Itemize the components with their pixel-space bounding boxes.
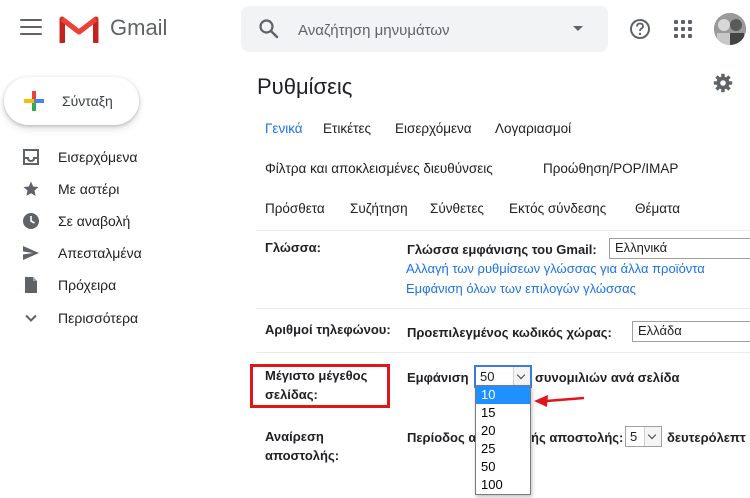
chevron-down-icon [25, 314, 37, 322]
help-icon[interactable] [629, 18, 651, 40]
tab-addons[interactable]: Πρόσθετα [265, 201, 325, 216]
page-size-select[interactable]: 50 [474, 365, 532, 388]
cancellation-period-label: Περίοδος α [407, 430, 477, 445]
country-code-select[interactable]: Ελλάδα [632, 321, 750, 342]
search-icon[interactable] [258, 18, 280, 40]
page-size-options-list[interactable]: 10 15 20 25 50 100 [475, 385, 531, 495]
chevron-down-icon [513, 367, 530, 386]
compose-button[interactable]: Σύνταξη [4, 77, 139, 125]
conversations-per-page-label: συνομιλιών ανά σελίδα [535, 370, 680, 385]
send-icon [23, 246, 39, 260]
undo-send-label-line1: Αναίρεση [265, 429, 324, 444]
sidebar-item-inbox[interactable]: Εισερχόμενα [0, 141, 230, 173]
gmail-logo-icon[interactable] [59, 14, 99, 44]
tab-forwarding[interactable]: Προώθηση/POP/IMAP [543, 161, 678, 176]
language-label: Γλώσσα: [265, 240, 321, 255]
sidebar-item-snoozed[interactable]: Σε αναβολή [0, 205, 230, 237]
gear-icon[interactable] [713, 73, 733, 93]
sidebar-item-label: Περισσότερα [58, 310, 139, 326]
page-size-select-value: 50 [480, 369, 495, 384]
tab-labels[interactable]: Ετικέτες [323, 121, 371, 136]
sidebar-item-starred[interactable]: Με αστέρι [0, 173, 230, 205]
page-size-option[interactable]: 25 [476, 440, 530, 458]
sidebar-item-label: Απεσταλμένα [58, 245, 142, 261]
chevron-down-icon [644, 427, 661, 446]
tab-accounts[interactable]: Λογαριασμοί [495, 121, 571, 136]
star-icon [23, 181, 39, 196]
annotation-arrow-icon [534, 395, 585, 407]
tab-offline[interactable]: Εκτός σύνδεσης [509, 201, 606, 216]
undo-send-label-line2: αποστολής: [265, 448, 340, 463]
divider [256, 352, 750, 353]
country-code-label: Προεπιλεγμένος κωδικός χώρας: [407, 325, 612, 340]
apps-grid-icon[interactable] [674, 20, 692, 38]
search-input[interactable] [298, 19, 558, 41]
seconds-label: δευτερόλεπτ [667, 430, 746, 445]
top-bar: Gmail [0, 0, 750, 60]
page-title: Ρυθμίσεις [257, 74, 353, 99]
cancellation-period-label-tail: ής αποστολής: [531, 430, 624, 445]
all-language-options-link[interactable]: Εμφάνιση όλων των επιλογών γλώσσας [406, 280, 636, 298]
avatar[interactable] [714, 13, 746, 45]
divider [256, 308, 750, 309]
page-size-option[interactable]: 20 [476, 422, 530, 440]
clock-icon [23, 213, 39, 229]
search-options-dropdown-icon[interactable] [573, 26, 583, 31]
main-menu-icon[interactable] [20, 19, 42, 39]
show-label: Εμφάνιση [407, 370, 469, 385]
tab-general[interactable]: Γενικά [265, 121, 303, 136]
sidebar-item-label: Σε αναβολή [58, 213, 131, 229]
undo-send-seconds-select[interactable]: 5 [625, 426, 662, 447]
sidebar-item-drafts[interactable]: Πρόχειρα [0, 269, 230, 301]
plus-icon [24, 91, 44, 111]
tab-advanced[interactable]: Σύνθετες [430, 201, 484, 216]
page-size-option[interactable]: 100 [476, 476, 530, 494]
phone-numbers-label: Αριθμοί τηλεφώνου: [265, 322, 391, 337]
sidebar-item-label: Με αστέρι [58, 181, 120, 197]
page-size-label-line1: Μέγιστο μέγεθος [265, 368, 368, 383]
tab-chat[interactable]: Συζήτηση [350, 201, 408, 216]
tab-filters[interactable]: Φίλτρα και αποκλεισμένες διευθύνσεις [265, 161, 493, 176]
page-size-option[interactable]: 50 [476, 458, 530, 476]
divider [256, 230, 750, 231]
draft-icon [25, 277, 37, 293]
sidebar-item-label: Πρόχειρα [58, 277, 117, 293]
inbox-icon [23, 149, 39, 165]
undo-send-seconds-value: 5 [630, 429, 638, 444]
page-size-label-line2: σελίδας: [265, 387, 318, 402]
gmail-wordmark: Gmail [110, 15, 168, 40]
sidebar-item-sent[interactable]: Απεσταλμένα [0, 237, 230, 269]
tab-inbox[interactable]: Εισερχόμενα [395, 121, 472, 136]
display-language-select[interactable]: Ελληνικά [609, 238, 750, 259]
display-language-label: Γλώσσα εμφάνισης του Gmail: [407, 242, 597, 257]
page-size-option[interactable]: 10 [476, 386, 530, 404]
compose-label: Σύνταξη [62, 93, 113, 109]
tab-themes[interactable]: Θέματα [635, 201, 680, 216]
sidebar-item-label: Εισερχόμενα [58, 149, 138, 165]
sidebar-item-more[interactable]: Περισσότερα [0, 302, 230, 334]
other-products-language-link[interactable]: Αλλαγή των ρυθμίσεων γλώσσας για άλλα πρ… [406, 260, 705, 278]
page-size-option[interactable]: 15 [476, 404, 530, 422]
